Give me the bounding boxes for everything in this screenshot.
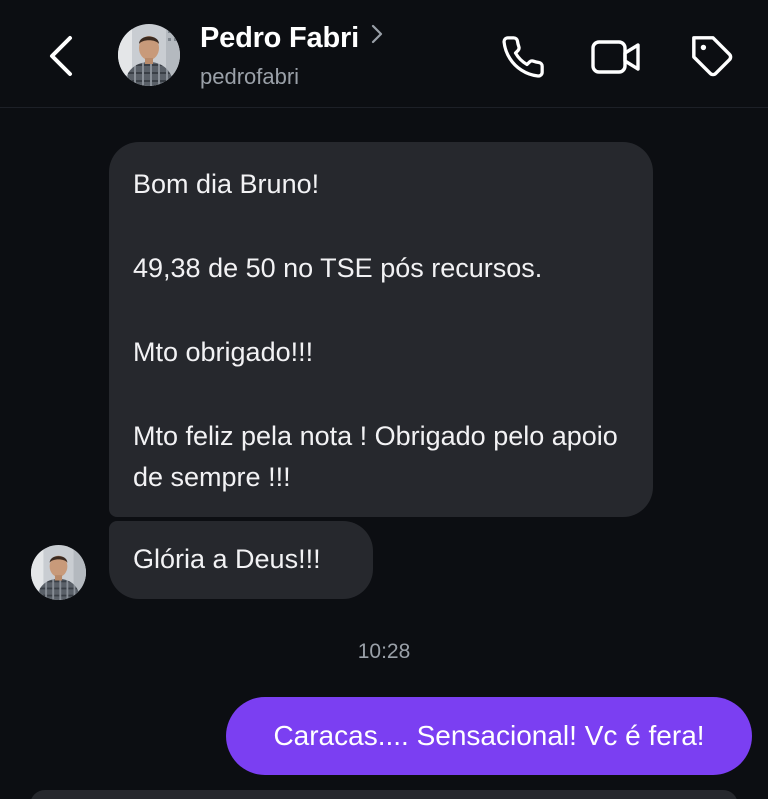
- message-text: Glória a Deus!!!: [133, 544, 321, 574]
- tag-icon: [692, 36, 733, 77]
- audio-call-button[interactable]: [496, 30, 550, 84]
- outgoing-message-bubble[interactable]: Caracas.... Sensacional! Vc é fera!: [226, 697, 752, 775]
- video-camera-icon: [591, 40, 640, 74]
- message-line: Bom dia Bruno!: [133, 169, 320, 199]
- message-line: Mto obrigado!!!: [133, 337, 314, 367]
- message-line: Mto feliz pela nota ! Obrigado pelo apoi…: [133, 421, 618, 492]
- phone-icon: [502, 36, 544, 78]
- chat-header: Pedro Fabri pedrofabri: [0, 0, 768, 108]
- contact-username: pedrofabri: [200, 64, 300, 89]
- contact-name: Pedro Fabri: [200, 22, 359, 54]
- contact-avatar[interactable]: [118, 24, 180, 86]
- chevron-left-icon: [50, 36, 72, 76]
- tag-button[interactable]: [686, 30, 740, 84]
- chevron-right-icon: [371, 24, 383, 49]
- next-message-bubble[interactable]: [30, 790, 738, 799]
- message-text: Caracas.... Sensacional! Vc é fera!: [273, 720, 705, 751]
- incoming-message-bubble[interactable]: Bom dia Bruno! 49,38 de 50 no TSE pós re…: [109, 142, 653, 517]
- contact-details-link[interactable]: Pedro Fabri: [200, 22, 383, 55]
- sender-avatar[interactable]: [31, 545, 86, 600]
- video-call-button[interactable]: [589, 30, 643, 84]
- chat-screen: Pedro Fabri pedrofabri Bom dia Bruno! 49…: [0, 0, 768, 799]
- message-timestamp: 10:28: [357, 640, 411, 663]
- incoming-message-bubble[interactable]: Glória a Deus!!!: [109, 521, 373, 599]
- message-line: 49,38 de 50 no TSE pós recursos.: [133, 253, 543, 283]
- back-button[interactable]: [36, 28, 86, 84]
